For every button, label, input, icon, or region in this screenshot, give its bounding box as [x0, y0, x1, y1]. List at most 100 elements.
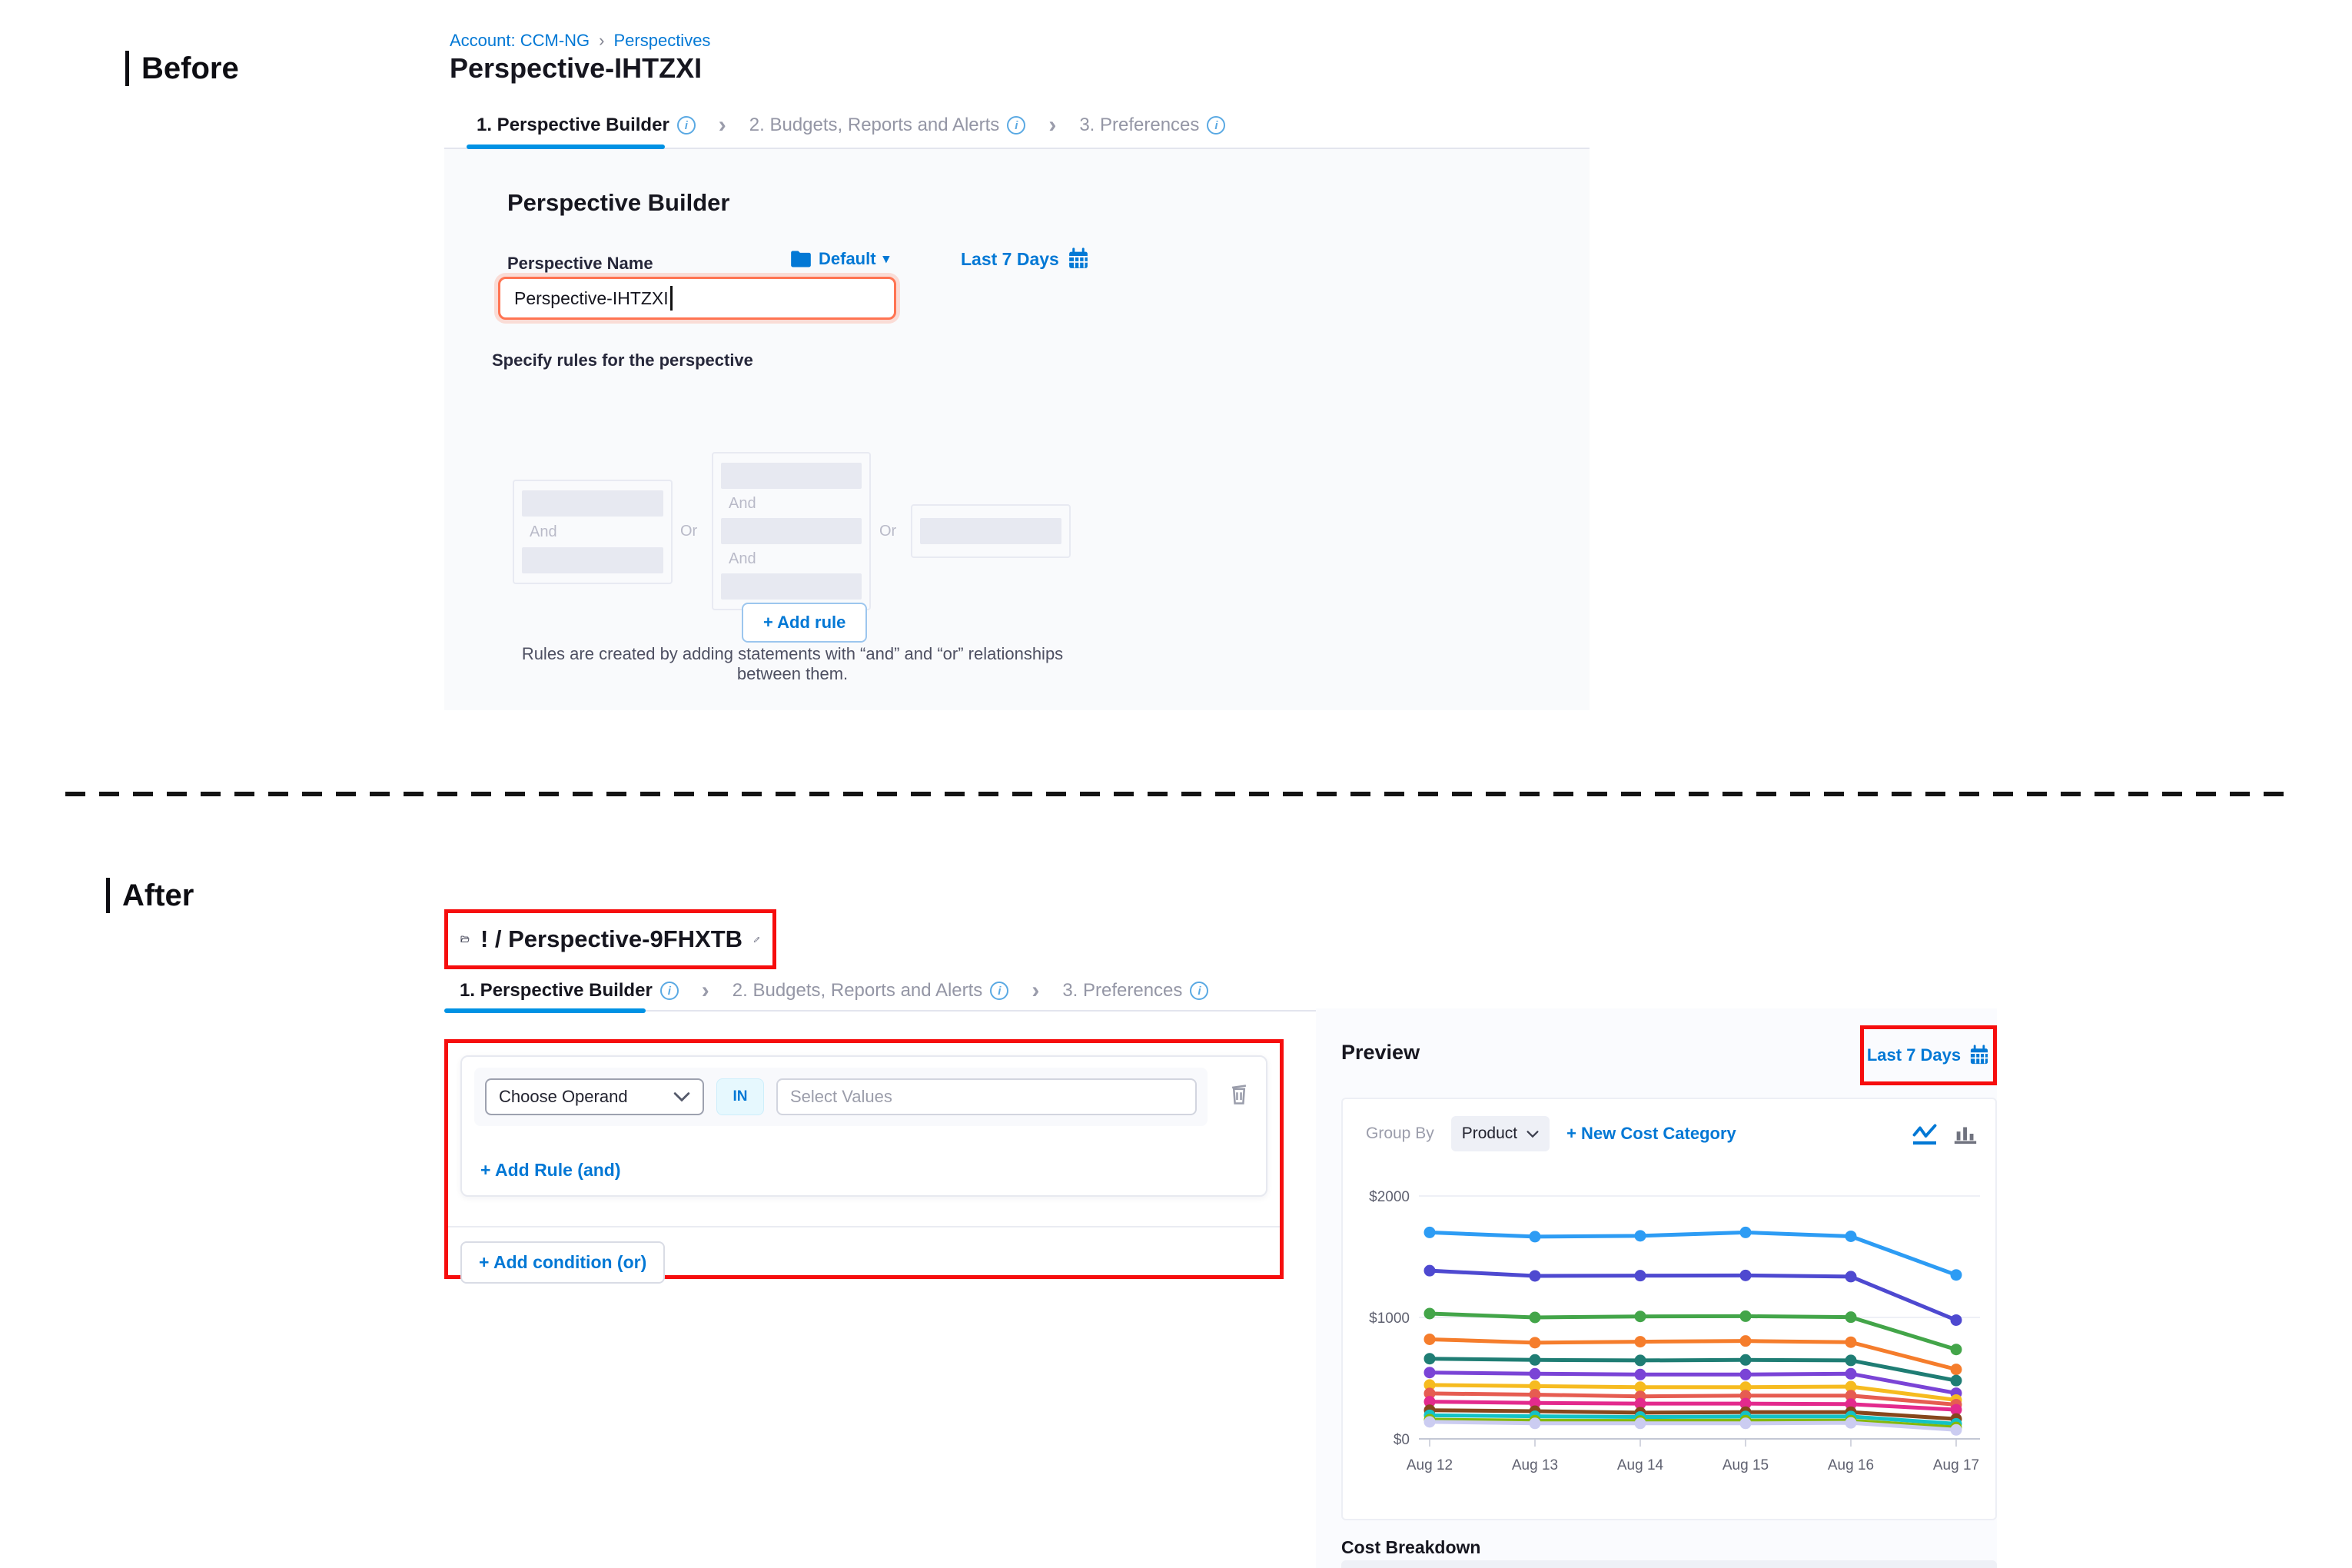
date-range-annotation-box: Last 7 Days	[1860, 1025, 1997, 1085]
skeleton-bar	[721, 518, 862, 544]
svg-text:Aug 13: Aug 13	[1512, 1457, 1558, 1473]
perspective-name-value: Perspective-IHTZXI	[514, 288, 669, 309]
svg-text:Aug 12: Aug 12	[1407, 1457, 1453, 1473]
rule-skeleton-group	[911, 504, 1071, 558]
svg-text:$0: $0	[1394, 1432, 1410, 1448]
chevron-right-icon: ›	[1048, 112, 1056, 138]
tab-label: 1. Perspective Builder	[477, 115, 669, 136]
breadcrumb-separator: ›	[599, 31, 604, 51]
date-range-label: Last 7 Days	[1867, 1045, 1961, 1065]
calendar-icon	[1968, 1045, 1990, 1066]
add-rule-and-link[interactable]: + Add Rule (and)	[480, 1160, 621, 1181]
specify-rules-heading: Specify rules for the perspective	[492, 350, 753, 370]
tab-label: 1. Perspective Builder	[460, 980, 653, 1002]
info-icon[interactable]: i	[990, 982, 1008, 1000]
tab-budgets-reports-alerts[interactable]: 2. Budgets, Reports and Alerts i	[733, 980, 1009, 1002]
rules-caption: Rules are created by adding statements w…	[489, 644, 1096, 684]
after-tabs-bar: 1. Perspective Builder i › 2. Budgets, R…	[444, 972, 1997, 1012]
tab-perspective-builder[interactable]: 1. Perspective Builder i	[477, 115, 696, 136]
operator-in-badge[interactable]: IN	[716, 1078, 764, 1115]
breadcrumb: Account: CCM-NG › Perspectives	[450, 31, 710, 51]
tab-budgets-reports-alerts[interactable]: 2. Budgets, Reports and Alerts i	[749, 115, 1026, 136]
active-tab-underline	[444, 1008, 646, 1013]
cost-breakdown-table-edge	[1341, 1560, 1997, 1568]
add-condition-or-button[interactable]: + Add condition (or)	[460, 1241, 665, 1284]
rule-builder-annotation-box: Choose Operand IN Select Values + Add Ru…	[444, 1039, 1284, 1279]
folder-icon	[790, 250, 812, 268]
chevron-right-icon: ›	[719, 112, 726, 138]
date-range-picker[interactable]: Last 7 Days	[961, 247, 1090, 271]
chevron-down-icon: ▾	[883, 251, 890, 267]
delete-rule-button[interactable]	[1227, 1080, 1251, 1106]
skeleton-and-label: And	[721, 495, 862, 513]
bar-chart-toggle-icon[interactable]	[1952, 1121, 1978, 1147]
tab-preferences[interactable]: 3. Preferences i	[1062, 980, 1208, 1002]
add-rule-button[interactable]: + Add rule	[742, 603, 867, 643]
skeleton-bar	[522, 547, 663, 573]
label-bar	[125, 51, 129, 86]
skeleton-bar	[522, 490, 663, 517]
perspective-builder-heading: Perspective Builder	[507, 189, 729, 217]
svg-text:Aug 15: Aug 15	[1722, 1457, 1769, 1473]
operand-select-value: Choose Operand	[499, 1087, 628, 1107]
tab-preferences[interactable]: 3. Preferences i	[1079, 115, 1225, 136]
preview-chart-card: Group By Product + New Cost Category	[1341, 1098, 1997, 1520]
edit-pencil-icon[interactable]	[753, 929, 760, 950]
tab-label: 2. Budgets, Reports and Alerts	[733, 980, 983, 1002]
page-title: Perspective-IHTZXI	[450, 52, 702, 85]
line-chart-toggle-icon[interactable]	[1911, 1121, 1938, 1147]
skeleton-bar	[920, 518, 1061, 544]
new-cost-category-link[interactable]: + New Cost Category	[1566, 1124, 1736, 1144]
info-icon[interactable]: i	[677, 116, 696, 135]
date-range-label: Last 7 Days	[961, 249, 1059, 270]
skeleton-or-label: Or	[680, 523, 697, 540]
rule-card: Choose Operand IN Select Values + Add Ru…	[460, 1055, 1267, 1197]
breadcrumb-account-link[interactable]: Account: CCM-NG	[450, 31, 590, 51]
after-label-text: After	[122, 879, 194, 913]
text-cursor	[670, 286, 673, 311]
svg-text:Aug 16: Aug 16	[1828, 1457, 1874, 1473]
chevron-down-icon	[1526, 1130, 1539, 1138]
info-icon[interactable]: i	[1207, 116, 1225, 135]
preview-line-chart: $2000$1000$0Aug 12Aug 13Aug 14Aug 15Aug …	[1357, 1167, 1983, 1497]
after-perspective-title: ! / Perspective-9FHXTB	[480, 925, 742, 953]
info-icon[interactable]: i	[1190, 982, 1208, 1000]
before-after-divider	[65, 792, 2287, 796]
group-by-value: Product	[1462, 1125, 1517, 1143]
group-by-label: Group By	[1366, 1125, 1434, 1143]
tab-label: 3. Preferences	[1079, 115, 1199, 136]
cost-breakdown-heading: Cost Breakdown	[1341, 1537, 1480, 1558]
perspective-name-input[interactable]: Perspective-IHTZXI	[498, 277, 896, 320]
preview-heading: Preview	[1341, 1041, 1420, 1065]
after-title-annotation-box: ! / Perspective-9FHXTB	[444, 909, 776, 969]
svg-text:$2000: $2000	[1369, 1189, 1410, 1205]
tab-perspective-builder[interactable]: 1. Perspective Builder i	[460, 980, 679, 1002]
info-icon[interactable]: i	[1007, 116, 1025, 135]
svg-text:$1000: $1000	[1369, 1311, 1410, 1327]
svg-text:Aug 17: Aug 17	[1933, 1457, 1979, 1473]
skeleton-and-label: And	[721, 550, 862, 568]
folder-selector-value: Default	[819, 249, 876, 269]
preview-panel: Preview Last 7 Days Group By Product	[1316, 1008, 1997, 1568]
info-icon[interactable]: i	[660, 982, 679, 1000]
label-bar	[106, 878, 110, 913]
folder-open-icon	[460, 928, 470, 951]
select-values-input[interactable]: Select Values	[776, 1078, 1197, 1115]
breadcrumb-perspectives-link[interactable]: Perspectives	[613, 31, 710, 51]
folder-selector[interactable]: Default ▾	[790, 249, 889, 269]
date-range-picker[interactable]: Last 7 Days	[1867, 1045, 1990, 1066]
skeleton-bar	[721, 573, 862, 600]
rule-skeleton-group: And And	[712, 452, 871, 610]
chevron-down-icon	[673, 1091, 690, 1102]
rules-divider	[448, 1226, 1280, 1227]
skeleton-bar	[721, 463, 862, 489]
calendar-icon	[1067, 247, 1090, 271]
operand-select[interactable]: Choose Operand	[485, 1078, 704, 1115]
active-tab-underline	[467, 145, 665, 149]
skeleton-and-label: And	[522, 523, 663, 541]
before-panel: 1. Perspective Builder i › 2. Budgets, R…	[444, 103, 1590, 710]
trash-icon	[1227, 1080, 1251, 1106]
before-section-label: Before	[125, 51, 239, 86]
before-tabs-bar: 1. Perspective Builder i › 2. Budgets, R…	[444, 103, 1590, 149]
group-by-select[interactable]: Product	[1451, 1116, 1550, 1151]
